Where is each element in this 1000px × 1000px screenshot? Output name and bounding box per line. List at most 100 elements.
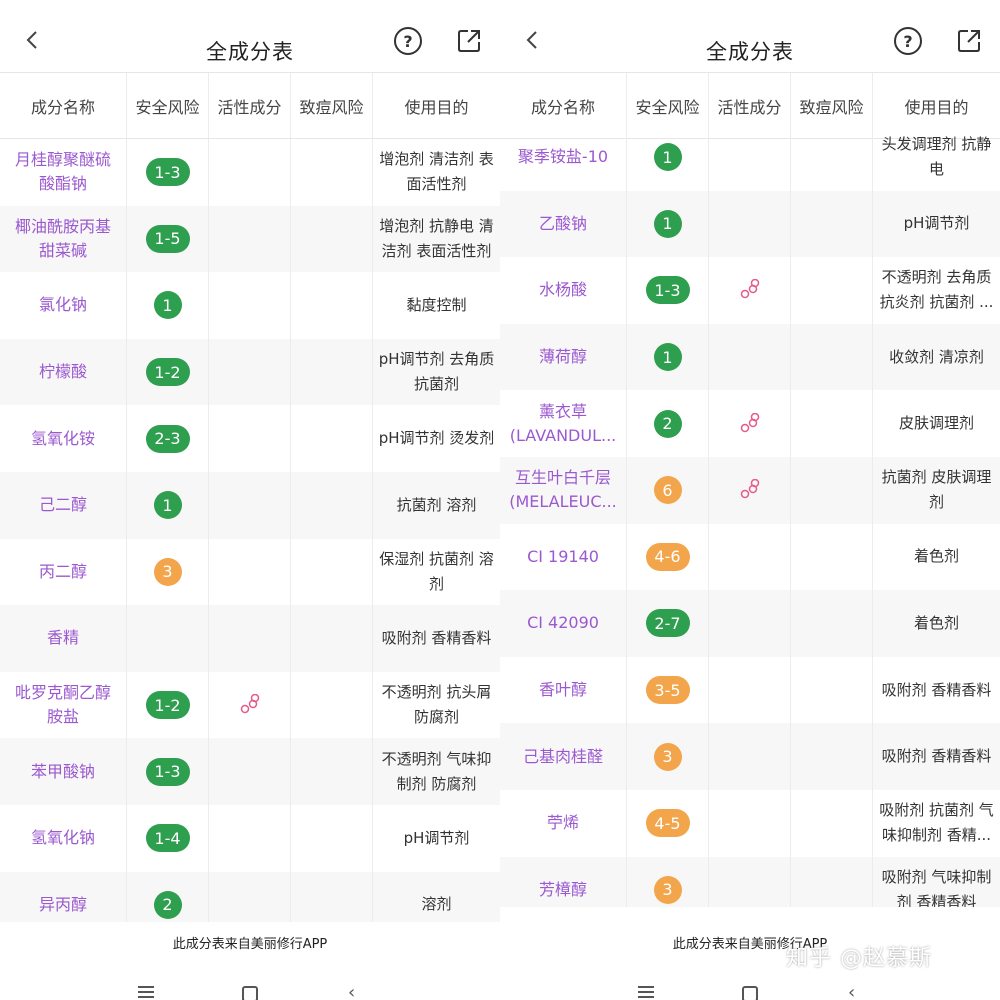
ingredient-name[interactable]: 香精: [0, 605, 127, 672]
table-row[interactable]: 芳樟醇 3 吸附剂 气味抑制剂 香精香料: [500, 856, 1000, 907]
ingredient-name[interactable]: 苧烯: [500, 789, 627, 857]
safety-risk-badge: 1: [153, 291, 182, 320]
home-icon[interactable]: [742, 986, 758, 1000]
table-row[interactable]: 苧烯 4-5 吸附剂 抗菌剂 气味抑制剂 香精...: [500, 789, 1000, 857]
purpose-text: 吸附剂 香精香料: [881, 680, 992, 699]
ingredient-name[interactable]: 聚季铵盐-10: [500, 124, 627, 191]
table-row[interactable]: CI 19140 4-6 着色剂: [500, 523, 1000, 591]
help-button[interactable]: ?: [894, 27, 922, 55]
menu-icon[interactable]: [138, 986, 154, 998]
help-icon: ?: [403, 31, 413, 51]
acne-risk-cell: [791, 124, 873, 191]
menu-icon[interactable]: [638, 986, 654, 998]
table-row[interactable]: 互生叶白千层 (MELALEUC... 6 抗菌剂 皮肤调理剂: [500, 456, 1000, 524]
ingredient-name[interactable]: 丙二醇: [0, 538, 127, 606]
ingredient-list[interactable]: 月桂醇聚醚硫酸酯钠 1-3 增泡剂 清洁剂 表面活性剂 椰油酰胺丙基甜菜碱 1-5 增泡剂…: [0, 139, 500, 922]
table-row[interactable]: CI 42090 2-7 着色剂: [500, 590, 1000, 657]
ingredient-name[interactable]: 氢氧化铵: [0, 405, 127, 472]
share-button[interactable]: [956, 28, 982, 54]
table-row[interactable]: 聚季铵盐-10 1 头发调理剂 抗静电: [500, 124, 1000, 191]
watermark: 知乎 @赵慕斯: [786, 946, 932, 971]
purpose-text: pH调节剂: [403, 828, 470, 847]
ingredient-name[interactable]: 互生叶白千层 (MELALEUC...: [500, 456, 627, 524]
table-row[interactable]: 己二醇 1 抗菌剂 溶剂: [0, 471, 500, 539]
active-cell: [209, 538, 291, 606]
active-cell: [209, 471, 291, 539]
safety-cell: 6: [627, 456, 709, 524]
table-row[interactable]: 柠檬酸 1-2 pH调节剂 去角质 抗菌剂: [0, 338, 500, 406]
active-cell: [709, 190, 791, 258]
ingredient-name[interactable]: 乙酸钠: [500, 190, 627, 258]
ingredient-name[interactable]: 柠檬酸: [0, 338, 127, 406]
acne-risk-cell: [791, 590, 873, 657]
table-row[interactable]: 薰衣草 (LAVANDUL... 2 皮肤调理剂: [500, 390, 1000, 457]
ingredient-name[interactable]: 薄荷醇: [500, 323, 627, 391]
acne-risk-cell: [291, 738, 373, 805]
table-row[interactable]: 氢氧化铵 2-3 pH调节剂 烫发剂: [0, 405, 500, 472]
nav-back-icon[interactable]: ‹: [348, 982, 355, 1000]
purpose-text: 着色剂: [913, 613, 959, 632]
nav-back-icon[interactable]: ‹: [848, 982, 855, 1000]
col-header-purpose: 使用目的: [404, 97, 469, 117]
table-row[interactable]: 异丙醇 2 溶剂: [0, 871, 500, 922]
safety-risk-badge: 1-3: [145, 757, 190, 786]
ingredient-name[interactable]: 香叶醇: [500, 656, 627, 724]
ingredient-name[interactable]: 氢氧化钠: [0, 804, 127, 872]
share-button[interactable]: [456, 28, 482, 54]
acne-risk-cell: [791, 257, 873, 324]
table-row[interactable]: 薄荷醇 1 收敛剂 清凉剂: [500, 323, 1000, 391]
purpose-text: 不透明剂 抗头屑 防腐剂: [381, 683, 492, 727]
share-icon: [458, 30, 480, 52]
table-row[interactable]: 丙二醇 3 保湿剂 抗菌剂 溶剂: [0, 538, 500, 606]
active-ingredient-icon: [240, 694, 259, 714]
purpose-text: 吸附剂 抗菌剂 气味抑制剂 香精...: [879, 801, 994, 845]
ingredient-name[interactable]: 异丙醇: [0, 871, 127, 922]
safety-cell: 1-4: [127, 804, 209, 872]
active-ingredient-icon: [740, 479, 759, 499]
table-row[interactable]: 己基肉桂醛 3 吸附剂 香精香料: [500, 723, 1000, 790]
table-row[interactable]: 苯甲酸钠 1-3 不透明剂 气味抑制剂 防腐剂: [0, 738, 500, 805]
ingredient-name[interactable]: 芳樟醇: [500, 856, 627, 907]
table-row[interactable]: 水杨酸 1-3 不透明剂 去角质 抗炎剂 抗菌剂 ...: [500, 257, 1000, 324]
help-icon: ?: [903, 31, 913, 51]
purpose-text: 着色剂: [913, 547, 959, 566]
acne-risk-cell: [791, 323, 873, 391]
ingredient-name[interactable]: 水杨酸: [500, 257, 627, 324]
help-button[interactable]: ?: [394, 27, 422, 55]
safety-risk-badge: 3: [153, 557, 182, 586]
col-header-active: 活性成分: [209, 73, 291, 138]
ingredient-name[interactable]: 薰衣草 (LAVANDUL...: [500, 390, 627, 457]
active-cell: [709, 856, 791, 907]
acne-risk-cell: [291, 804, 373, 872]
nav-bar: ‹: [0, 962, 500, 1000]
ingredient-name[interactable]: 苯甲酸钠: [0, 738, 127, 805]
active-cell: [209, 205, 291, 273]
ingredient-name[interactable]: 椰油酰胺丙基甜菜碱: [0, 205, 127, 273]
table-row[interactable]: 月桂醇聚醚硫酸酯钠 1-3 增泡剂 清洁剂 表面活性剂: [0, 139, 500, 206]
ingredient-name[interactable]: 吡罗克酮乙醇胺盐: [0, 671, 127, 739]
ingredient-name[interactable]: 己基肉桂醛: [500, 723, 627, 790]
table-row[interactable]: 乙酸钠 1 pH调节剂: [500, 190, 1000, 258]
active-cell: [709, 656, 791, 724]
table-row[interactable]: 氯化钠 1 黏度控制: [0, 272, 500, 339]
table-row[interactable]: 吡罗克酮乙醇胺盐 1-2 不透明剂 抗头屑 防腐剂: [0, 671, 500, 739]
ingredient-list[interactable]: 聚季铵盐-10 1 头发调理剂 抗静电 乙酸钠 1 pH调节剂 水杨酸 1-3 不透明剂 去角质…: [500, 124, 1000, 907]
ingredient-name[interactable]: 氯化钠: [0, 272, 127, 339]
ingredient-name[interactable]: CI 19140: [500, 523, 627, 591]
ingredient-name[interactable]: CI 42090: [500, 590, 627, 657]
ingredient-name[interactable]: 己二醇: [0, 471, 127, 539]
safety-cell: 4-5: [627, 789, 709, 857]
purpose-text: pH调节剂 去角质 抗菌剂: [378, 350, 495, 394]
ingredient-name[interactable]: 月桂醇聚醚硫酸酯钠: [0, 139, 127, 206]
table-row[interactable]: 氢氧化钠 1-4 pH调节剂: [0, 804, 500, 872]
acne-risk-cell: [791, 789, 873, 857]
home-icon[interactable]: [242, 986, 258, 1000]
safety-risk-badge: 2-3: [145, 424, 190, 453]
table-row[interactable]: 椰油酰胺丙基甜菜碱 1-5 增泡剂 抗静电 清洁剂 表面活性剂: [0, 205, 500, 273]
safety-cell: 1-2: [127, 338, 209, 406]
table-row[interactable]: 香叶醇 3-5 吸附剂 香精香料: [500, 656, 1000, 724]
table-row[interactable]: 香精 吸附剂 香精香料: [0, 605, 500, 672]
col-header-safety: 安全风险: [127, 73, 209, 138]
active-ingredient-icon: [740, 412, 759, 432]
acne-risk-cell: [291, 405, 373, 472]
